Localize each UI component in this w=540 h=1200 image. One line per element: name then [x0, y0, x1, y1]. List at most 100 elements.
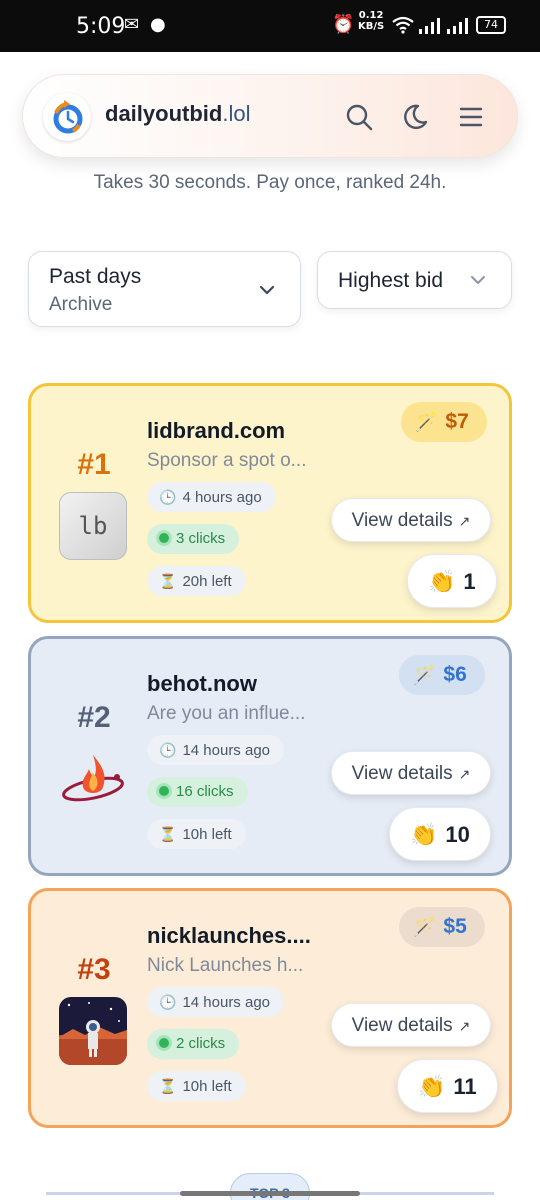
bid-amount: $5	[443, 915, 467, 938]
menu-icon[interactable]	[453, 99, 489, 135]
hourglass-icon: ⏳	[159, 573, 177, 589]
chat-icon: ●	[150, 14, 166, 35]
chevron-down-icon	[259, 285, 275, 295]
bid-badge: 🪄 $5	[399, 907, 485, 947]
view-details-button[interactable]: View details ↗	[331, 498, 491, 542]
clap-button[interactable]: 👏 1	[407, 554, 497, 608]
battery-level: 74	[484, 18, 498, 31]
time-ago-text: 4 hours ago	[182, 489, 262, 506]
search-icon[interactable]	[341, 99, 377, 135]
clap-button[interactable]: 👏 10	[389, 807, 491, 861]
bid-badge: 🪄 $7	[401, 402, 487, 442]
time-left-text: 20h left	[182, 573, 232, 590]
listing-card-1[interactable]: #1 lb lidbrand.com Sponsor a spot o... 🕒…	[28, 383, 512, 623]
view-details-button[interactable]: View details ↗	[331, 1003, 491, 1047]
listing-description: Sponsor a spot o...	[147, 450, 307, 471]
period-dropdown[interactable]: Past days Archive	[28, 251, 301, 327]
external-arrow-icon: ↗	[458, 513, 471, 529]
clicks-badge: 2 clicks	[147, 1029, 240, 1059]
rank-label: #2	[77, 701, 111, 734]
time-left-text: 10h left	[182, 1078, 232, 1095]
alarm-icon: ⏰	[332, 14, 355, 35]
gmail-icon: ✉	[124, 14, 140, 35]
clap-icon: 👏	[428, 569, 456, 594]
time-left-badge: ⏳ 10h left	[147, 1071, 246, 1101]
view-details-button[interactable]: View details ↗	[331, 751, 491, 795]
clicks-text: 2 clicks	[176, 1035, 226, 1052]
listing-description: Are you an influe...	[147, 703, 306, 724]
status-bar: 5:09 ✉ ● ⏰ 0.12 KB/S 74	[0, 0, 540, 52]
sort-dropdown[interactable]: Highest bid	[317, 251, 512, 309]
moon-icon[interactable]	[397, 99, 433, 135]
bid-amount: $6	[443, 663, 467, 686]
time-left-badge: ⏳ 10h left	[147, 819, 246, 849]
hourglass-icon: ⏳	[159, 826, 177, 842]
listing-description: Nick Launches h...	[147, 955, 304, 976]
clap-icon: 👏	[418, 1074, 446, 1099]
brand-main: dailyoutbid	[105, 101, 223, 126]
clicks-badge: 16 clicks	[147, 777, 248, 807]
sort-label: Highest bid	[338, 269, 444, 292]
live-dot-icon	[159, 786, 169, 796]
listing-card-3[interactable]: #3 nicklaunches.... Nick Launches h... 🕒…	[28, 888, 512, 1128]
wifi-icon	[392, 16, 414, 34]
listing-domain[interactable]: nicklaunches....	[147, 923, 311, 949]
hourglass-icon: ⏳	[159, 1078, 177, 1094]
tagline: Takes 30 seconds. Pay once, ranked 24h.	[93, 172, 447, 193]
brand-tld: .lol	[222, 101, 251, 126]
flame-logo-icon	[59, 745, 127, 813]
time-left-text: 10h left	[182, 826, 232, 843]
signal-icon-2	[447, 18, 468, 34]
clock: 5:09	[76, 14, 126, 39]
signal-icon-1	[419, 18, 440, 34]
listing-domain[interactable]: behot.now	[147, 671, 257, 697]
wand-icon: 🪄	[413, 665, 436, 685]
clicks-badge: 3 clicks	[147, 524, 240, 554]
period-sublabel: Archive	[49, 294, 113, 315]
time-ago-text: 14 hours ago	[182, 994, 271, 1011]
network-speed: 0.12 KB/S	[358, 10, 384, 32]
astronaut-avatar-icon	[59, 997, 127, 1065]
time-ago-badge: 🕒 4 hours ago	[147, 482, 276, 512]
speed-unit: KB/S	[358, 21, 385, 32]
time-ago-badge: 🕒 14 hours ago	[147, 987, 285, 1017]
time-ago-text: 14 hours ago	[182, 742, 271, 759]
time-left-badge: ⏳ 20h left	[147, 566, 246, 596]
period-label: Past days	[49, 265, 142, 288]
battery-icon: 74	[476, 16, 506, 34]
rank-label: #1	[77, 448, 111, 481]
live-dot-icon	[159, 1038, 169, 1048]
home-indicator[interactable]	[180, 1191, 360, 1196]
bid-badge: 🪄 $6	[399, 655, 485, 695]
listing-domain[interactable]: lidbrand.com	[147, 418, 285, 444]
clock-icon: 🕒	[159, 742, 177, 758]
time-ago-badge: 🕒 14 hours ago	[147, 735, 285, 765]
logo-icon[interactable]	[43, 93, 91, 141]
site-avatar: lb	[59, 492, 127, 560]
clap-button[interactable]: 👏 11	[397, 1059, 498, 1113]
clicks-text: 3 clicks	[176, 530, 226, 547]
clap-count: 11	[453, 1074, 477, 1099]
chevron-down-icon	[471, 276, 485, 284]
avatar-text: lb	[78, 512, 108, 540]
listing-card-2[interactable]: #2 behot.now Are you an influe... 🕒 14 ho…	[28, 636, 512, 876]
external-arrow-icon: ↗	[458, 766, 471, 782]
rank-label: #3	[77, 953, 111, 986]
brand-name[interactable]: dailyoutbid.lol	[105, 101, 250, 127]
live-dot-icon	[159, 533, 169, 543]
wand-icon: 🪄	[415, 412, 438, 432]
clock-icon: 🕒	[159, 994, 177, 1010]
clicks-text: 16 clicks	[176, 783, 234, 800]
clap-count: 1	[463, 569, 476, 594]
external-arrow-icon: ↗	[458, 1018, 471, 1034]
bid-amount: $7	[445, 410, 469, 433]
view-details-label: View details	[351, 1015, 453, 1036]
wand-icon: 🪄	[413, 917, 436, 937]
view-details-label: View details	[351, 510, 453, 531]
clock-icon: 🕒	[159, 489, 177, 505]
view-details-label: View details	[351, 763, 453, 784]
speed-value: 0.12	[358, 10, 384, 21]
clap-icon: 👏	[410, 822, 438, 847]
site-header: dailyoutbid.lol	[22, 74, 518, 158]
clap-count: 10	[445, 822, 470, 847]
